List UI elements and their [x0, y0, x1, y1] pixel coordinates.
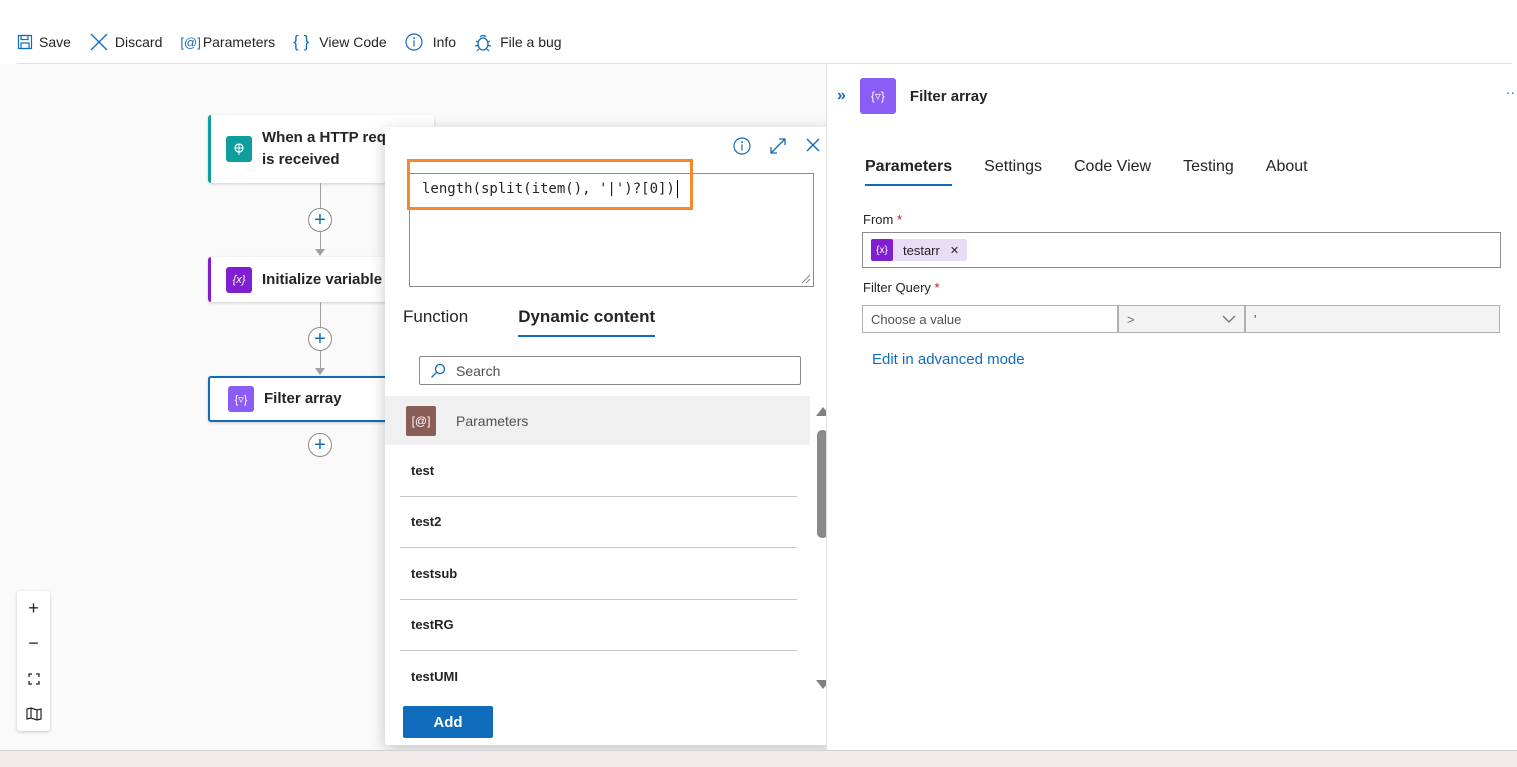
popup-header-icons [733, 137, 821, 155]
discard-button[interactable]: Discard [89, 22, 162, 62]
node-label: Filter array [264, 390, 342, 407]
more-options-icon[interactable]: ·· [1506, 84, 1515, 100]
view-code-button[interactable]: { } View Code [293, 22, 387, 62]
variable-icon: {x} [871, 239, 893, 261]
fit-icon [27, 672, 40, 685]
list-item[interactable]: testsub [400, 548, 797, 600]
tab-testing[interactable]: Testing [1183, 158, 1234, 186]
edit-advanced-mode-link[interactable]: Edit in advanced mode [872, 351, 1025, 368]
token-label: testarr [903, 242, 940, 258]
node-label: Initialize variable [262, 270, 383, 288]
add-step-button[interactable]: + [308, 208, 332, 232]
list-item[interactable]: testRG [400, 600, 797, 651]
resize-handle-icon [801, 274, 811, 284]
tab-settings[interactable]: Settings [984, 158, 1042, 186]
bottom-strip [0, 750, 1517, 767]
save-label: Save [39, 34, 71, 50]
expand-icon[interactable] [769, 137, 787, 155]
discard-label: Discard [114, 34, 163, 50]
zoom-out-button[interactable]: − [17, 626, 50, 661]
add-step-button[interactable]: + [308, 433, 332, 457]
choose-value-placeholder: Choose a value [871, 311, 962, 327]
filter-query-label: Filter Query * [863, 280, 940, 295]
connector-arrow [315, 368, 325, 375]
remove-token-icon[interactable]: ✕ [950, 244, 959, 257]
zoom-in-button[interactable]: + [17, 591, 50, 626]
dynamic-content-list: [@] Parameters test test2 testsub testRG… [385, 396, 811, 700]
connector-line [320, 351, 321, 369]
operator-value: > [1127, 311, 1135, 327]
save-button[interactable]: Save [17, 22, 71, 62]
connector-line [320, 183, 321, 208]
node-stripe [208, 257, 211, 302]
list-item[interactable]: test2 [400, 497, 797, 548]
connector-line [320, 302, 321, 327]
map-icon [25, 706, 42, 721]
minimap-button[interactable] [17, 696, 50, 731]
info-button[interactable]: Info [405, 22, 456, 62]
tab-about[interactable]: About [1266, 158, 1308, 186]
close-icon [89, 32, 109, 52]
from-field[interactable]: {x} testarr ✕ [862, 232, 1501, 268]
tab-code-view[interactable]: Code View [1074, 158, 1151, 186]
variable-icon: {x} [226, 266, 252, 293]
connector-arrow [315, 249, 325, 256]
connector-line [320, 232, 321, 250]
group-label: Parameters [456, 412, 529, 429]
collapse-panel-icon[interactable]: » [837, 87, 846, 105]
annotation-highlight-box [407, 159, 693, 210]
http-trigger-icon [226, 136, 252, 162]
token-testarr[interactable]: {x} testarr ✕ [871, 239, 968, 261]
braces-icon: { } [293, 32, 310, 51]
filter-right-operand-input[interactable]: ' [1245, 305, 1500, 333]
info-icon[interactable] [733, 137, 751, 155]
popup-tabs: Function Dynamic content [403, 307, 656, 337]
operator-dropdown[interactable]: > [1118, 305, 1245, 333]
list-item[interactable]: test [400, 445, 797, 497]
from-label: From * [863, 212, 903, 227]
filter-array-icon: {▿} [228, 386, 254, 412]
panel-header: » {▿} Filter array [837, 78, 987, 114]
tab-function[interactable]: Function [403, 307, 468, 337]
list-item[interactable]: testUMI [400, 651, 797, 700]
file-bug-button[interactable]: File a bug [474, 22, 562, 62]
right-operand-value: ' [1254, 311, 1257, 327]
node-label: When a HTTP req is received [262, 129, 386, 168]
info-label: Info [432, 34, 457, 50]
view-code-label: View Code [319, 34, 387, 50]
info-icon [405, 33, 423, 51]
close-icon[interactable] [805, 137, 821, 155]
parameters-icon: [@] [180, 34, 201, 50]
save-icon [17, 34, 33, 50]
search-icon [430, 363, 446, 379]
node-stripe [208, 115, 211, 183]
action-details-panel: » {▿} Filter array ·· Parameters Setting… [826, 64, 1517, 750]
file-bug-label: File a bug [500, 34, 562, 50]
search-input[interactable]: Search [419, 356, 801, 385]
filter-array-icon: {▿} [859, 78, 896, 114]
bug-icon [474, 32, 492, 52]
add-step-button[interactable]: + [308, 327, 332, 351]
parameters-button[interactable]: [@] Parameters [180, 22, 275, 62]
group-header-parameters[interactable]: [@] Parameters [385, 396, 810, 445]
panel-tabs: Parameters Settings Code View Testing Ab… [865, 158, 1308, 186]
search-placeholder: Search [456, 362, 501, 379]
add-button[interactable]: Add [403, 706, 493, 738]
fit-view-button[interactable] [17, 661, 50, 696]
panel-title[interactable]: Filter array [910, 88, 988, 105]
expression-editor-popup: length(split(item(), '|')?[0]) Function … [385, 127, 835, 745]
chevron-down-icon [1222, 312, 1236, 327]
parameters-icon: [@] [406, 405, 436, 436]
toolbar: Save Discard [@] Parameters { } View Cod… [17, 22, 580, 62]
tab-dynamic-content[interactable]: Dynamic content [518, 307, 656, 337]
parameters-label: Parameters [202, 34, 276, 50]
tab-parameters[interactable]: Parameters [865, 158, 953, 186]
zoom-controls: + − [17, 591, 50, 731]
filter-left-operand-input[interactable]: Choose a value [862, 305, 1118, 333]
